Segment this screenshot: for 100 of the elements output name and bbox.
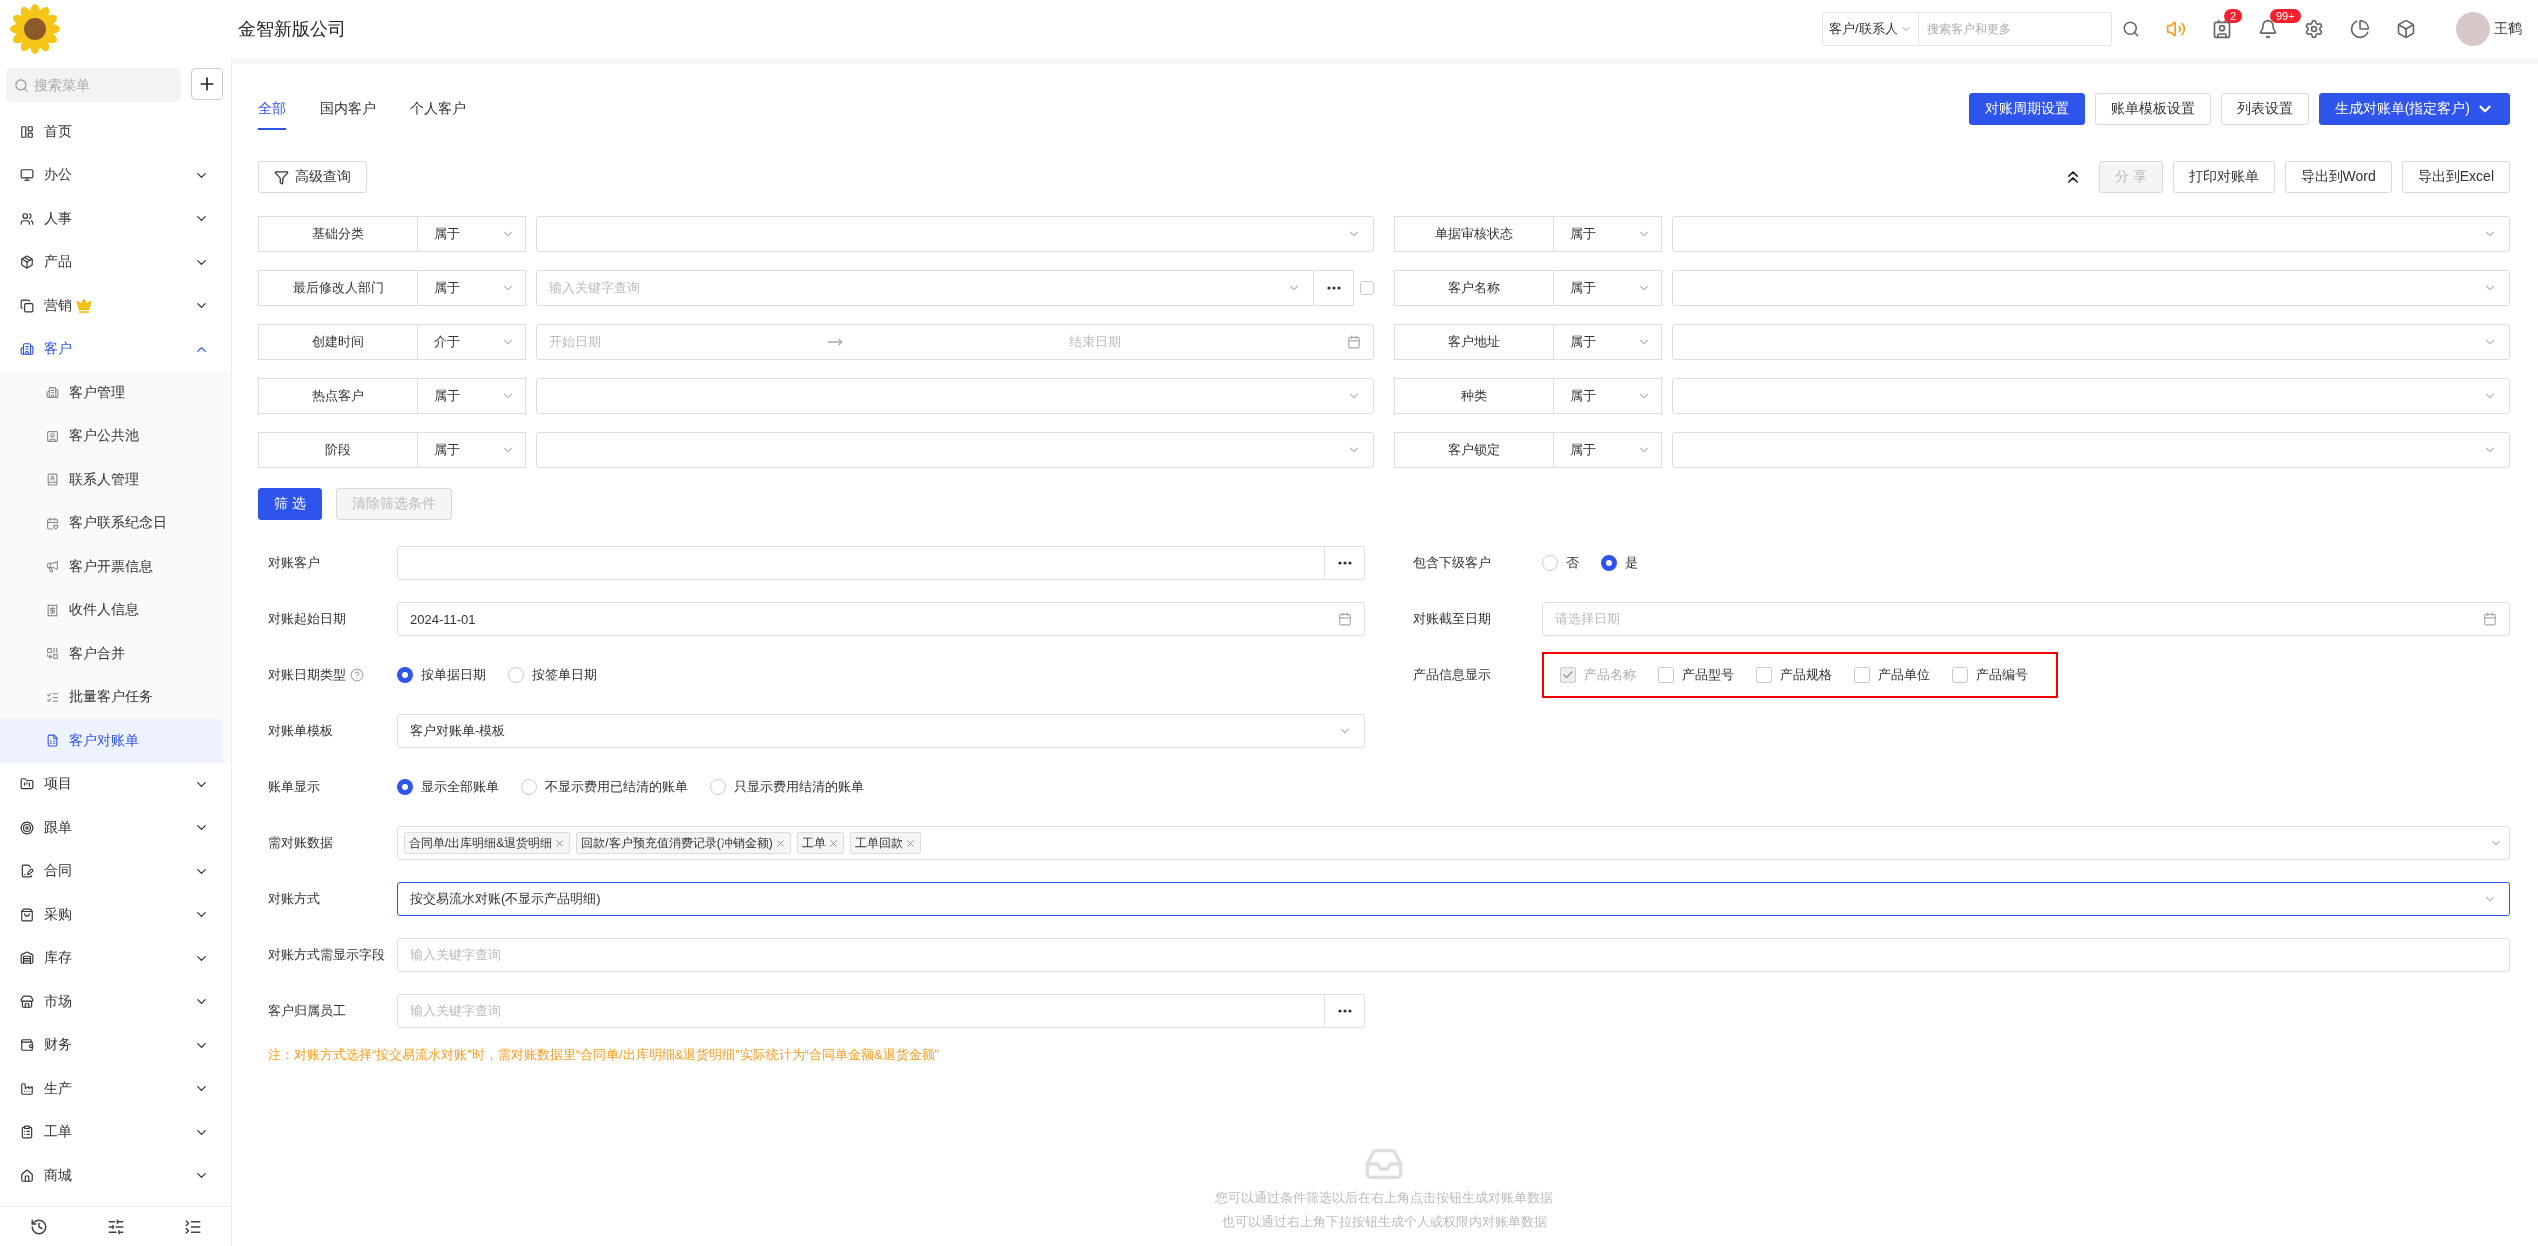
filter-button[interactable]: 筛 选 [258,488,322,520]
toolbar-button[interactable]: 对账周期设置 [1968,93,2085,125]
value-select[interactable] [1672,324,2510,360]
submenu-item[interactable]: 客户对账单 [0,719,223,763]
remove-icon[interactable] [827,837,839,849]
operator-select[interactable]: 属于 [418,378,526,414]
menu-item[interactable]: 跟单 [0,806,231,850]
more-button[interactable] [1325,994,1365,1028]
cube-icon[interactable] [2396,19,2416,39]
user-name[interactable]: 王鹤 [2494,20,2522,38]
radio-option[interactable]: 按单据日期 [397,666,486,684]
bell-icon[interactable] [2258,19,2278,39]
submenu-item[interactable]: 客户公共池 [0,414,231,458]
empty-message: 也可以通过右上角下拉按钮生成个人或权限内对账单数据 [1221,1213,1547,1231]
help-icon[interactable] [350,668,364,682]
submenu-item[interactable]: 收件人信息 [0,588,231,632]
submenu-item[interactable]: 批量客户任务 [0,675,231,719]
value-select[interactable] [1672,216,2510,252]
menu-search-field[interactable]: 搜索菜单 [6,68,181,102]
operator-select[interactable]: 属于 [1554,324,1662,360]
menu-item[interactable]: 首页 [0,110,231,154]
export-button[interactable]: 导出到Excel [2401,161,2510,193]
picker-field[interactable] [397,546,1325,580]
value-select[interactable] [536,378,1374,414]
value-select[interactable] [536,432,1374,468]
operator-select[interactable]: 属于 [1554,432,1662,468]
user-icon [46,429,59,443]
search-scope-select[interactable]: 客户/联系人 [1822,12,1919,46]
date-field[interactable]: 2024-11-01 [397,602,1365,636]
settings-icon[interactable] [2304,19,2324,39]
tab[interactable]: 国内客户 [320,100,376,130]
menu-item[interactable]: 合同 [0,849,231,893]
radio-option[interactable]: 否 [1542,554,1579,572]
avatar[interactable] [2456,12,2490,46]
toolbar-button[interactable]: 账单模板设置 [2094,93,2211,125]
operator-select[interactable]: 介于 [418,324,526,360]
checkbox-option[interactable]: 产品规格 [1756,666,1832,684]
dropdown-button[interactable]: 生成对账单(指定客户) [2318,93,2510,125]
menu-item[interactable]: 工单 [0,1110,231,1154]
operator-select[interactable]: 属于 [418,432,526,468]
radio-option[interactable]: 只显示费用结清的账单 [710,778,864,796]
collapse-menu-icon[interactable] [183,1217,202,1236]
menu-item[interactable]: 人事 [0,197,231,241]
tags-field[interactable]: 合同单/出库明细&退货明细 回款/客户预充值消费记录(冲销金额) 工单 工单回款 [397,826,2510,860]
operator-select[interactable]: 属于 [418,270,526,306]
submenu-item[interactable]: 客户合并 [0,632,231,676]
menu-item[interactable]: 营销 [0,284,231,328]
history-icon[interactable] [29,1217,48,1236]
submenu-item[interactable]: 客户开票信息 [0,545,231,589]
operator-select[interactable]: 属于 [1554,378,1662,414]
contacts-icon[interactable] [2212,19,2232,39]
value-select[interactable] [1672,378,2510,414]
search-button[interactable] [2122,20,2140,38]
advanced-query-button[interactable]: 高级查询 [258,161,367,193]
menu-item[interactable]: 市场 [0,980,231,1024]
export-button[interactable]: 导出到Word [2284,161,2392,193]
select-field[interactable]: 客户对账单-模板 [397,714,1365,748]
pie-chart-icon[interactable] [2350,19,2370,39]
menu-item[interactable]: 商城 [0,1154,231,1198]
menu-item[interactable]: 财务 [0,1023,231,1067]
export-button[interactable]: 打印对账单 [2172,161,2275,193]
add-button[interactable] [191,68,223,100]
menu-item[interactable]: 生产 [0,1067,231,1111]
tag: 合同单/出库明细&退货明细 [404,832,571,854]
operator-select[interactable]: 属于 [418,216,526,252]
more-button[interactable] [1325,546,1365,580]
menu-item[interactable]: 项目 [0,762,231,806]
tab[interactable]: 全部 [258,100,286,130]
operator-select[interactable]: 属于 [1554,216,1662,252]
search-field[interactable]: 搜索客户和更多 [1918,12,2112,46]
checkbox-option[interactable]: 产品型号 [1658,666,1734,684]
submenu-item[interactable]: 客户联系纪念日 [0,501,231,545]
speaker-icon[interactable] [2166,19,2186,39]
menu-item[interactable]: 办公 [0,153,231,197]
sliders-icon[interactable] [106,1217,125,1236]
menu-item[interactable]: 产品 [0,240,231,284]
menu-item[interactable]: 库存 [0,936,231,980]
checkbox-option[interactable]: 产品编号 [1952,666,2028,684]
operator-select[interactable]: 属于 [1554,270,1662,306]
submenu-item[interactable]: 联系人管理 [0,458,231,502]
more-button[interactable] [1314,270,1354,306]
checkbox-option[interactable]: 产品单位 [1854,666,1930,684]
clipboard-icon [20,1125,34,1140]
radio-option[interactable]: 不显示费用已结清的账单 [521,778,688,796]
menu-item[interactable]: 采购 [0,893,231,937]
radio-option[interactable]: 按签单日期 [508,666,597,684]
radio-option[interactable]: 显示全部账单 [397,778,499,796]
value-select[interactable] [536,216,1374,252]
remove-icon[interactable] [554,837,566,849]
menu-item[interactable]: 客户 [0,327,231,371]
tab[interactable]: 个人客户 [410,100,466,130]
select-field[interactable]: 按交易流水对账(不显示产品明细) [397,882,2510,916]
radio-option[interactable]: 是 [1601,554,1638,572]
value-select[interactable] [1672,270,2510,306]
submenu-item[interactable]: 客户管理 [0,371,231,415]
value-select[interactable] [1672,432,2510,468]
checkbox[interactable] [1360,281,1374,295]
remove-icon[interactable] [774,837,786,849]
toolbar-button[interactable]: 列表设置 [2220,93,2309,125]
remove-icon[interactable] [904,837,916,849]
